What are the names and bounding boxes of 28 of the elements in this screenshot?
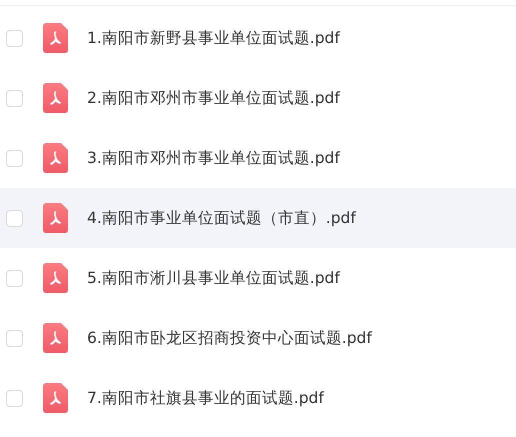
checkbox[interactable] <box>6 210 23 226</box>
file-row[interactable]: 2.南阳市邓州市事业单位面试题.pdf <box>0 68 516 128</box>
file-row[interactable]: 7.南阳市社旗县事业的面试题.pdf <box>0 368 516 428</box>
checkbox[interactable] <box>6 270 23 286</box>
file-name[interactable]: 7.南阳市社旗县事业的面试题.pdf <box>87 388 324 408</box>
checkbox[interactable] <box>6 390 23 406</box>
file-name[interactable]: 2.南阳市邓州市事业单位面试题.pdf <box>87 88 340 108</box>
pdf-file-icon <box>43 203 68 233</box>
file-row[interactable]: 6.南阳市卧龙区招商投资中心面试题.pdf <box>0 308 516 368</box>
pdf-file-icon <box>43 23 68 53</box>
pdf-file-icon <box>43 143 68 173</box>
checkbox[interactable] <box>6 150 23 166</box>
file-name[interactable]: 1.南阳市新野县事业单位面试题.pdf <box>87 28 340 48</box>
file-name[interactable]: 3.南阳市邓州市事业单位面试题.pdf <box>87 148 340 168</box>
pdf-file-icon <box>43 263 68 293</box>
file-row[interactable]: 5.南阳市淅川县事业单位面试题.pdf <box>0 248 516 308</box>
pdf-file-icon <box>43 323 68 353</box>
checkbox[interactable] <box>6 90 23 106</box>
pdf-file-icon <box>43 83 68 113</box>
file-row[interactable]: 3.南阳市邓州市事业单位面试题.pdf <box>0 128 516 188</box>
pdf-file-icon <box>43 383 68 413</box>
checkbox[interactable] <box>6 30 23 46</box>
file-name[interactable]: 6.南阳市卧龙区招商投资中心面试题.pdf <box>87 328 372 348</box>
file-name[interactable]: 4.南阳市事业单位面试题（市直）.pdf <box>87 208 356 228</box>
checkbox[interactable] <box>6 330 23 346</box>
file-row[interactable]: 4.南阳市事业单位面试题（市直）.pdf <box>0 188 516 248</box>
file-row[interactable]: 1.南阳市新野县事业单位面试题.pdf <box>0 8 516 68</box>
file-name[interactable]: 5.南阳市淅川县事业单位面试题.pdf <box>87 268 340 288</box>
